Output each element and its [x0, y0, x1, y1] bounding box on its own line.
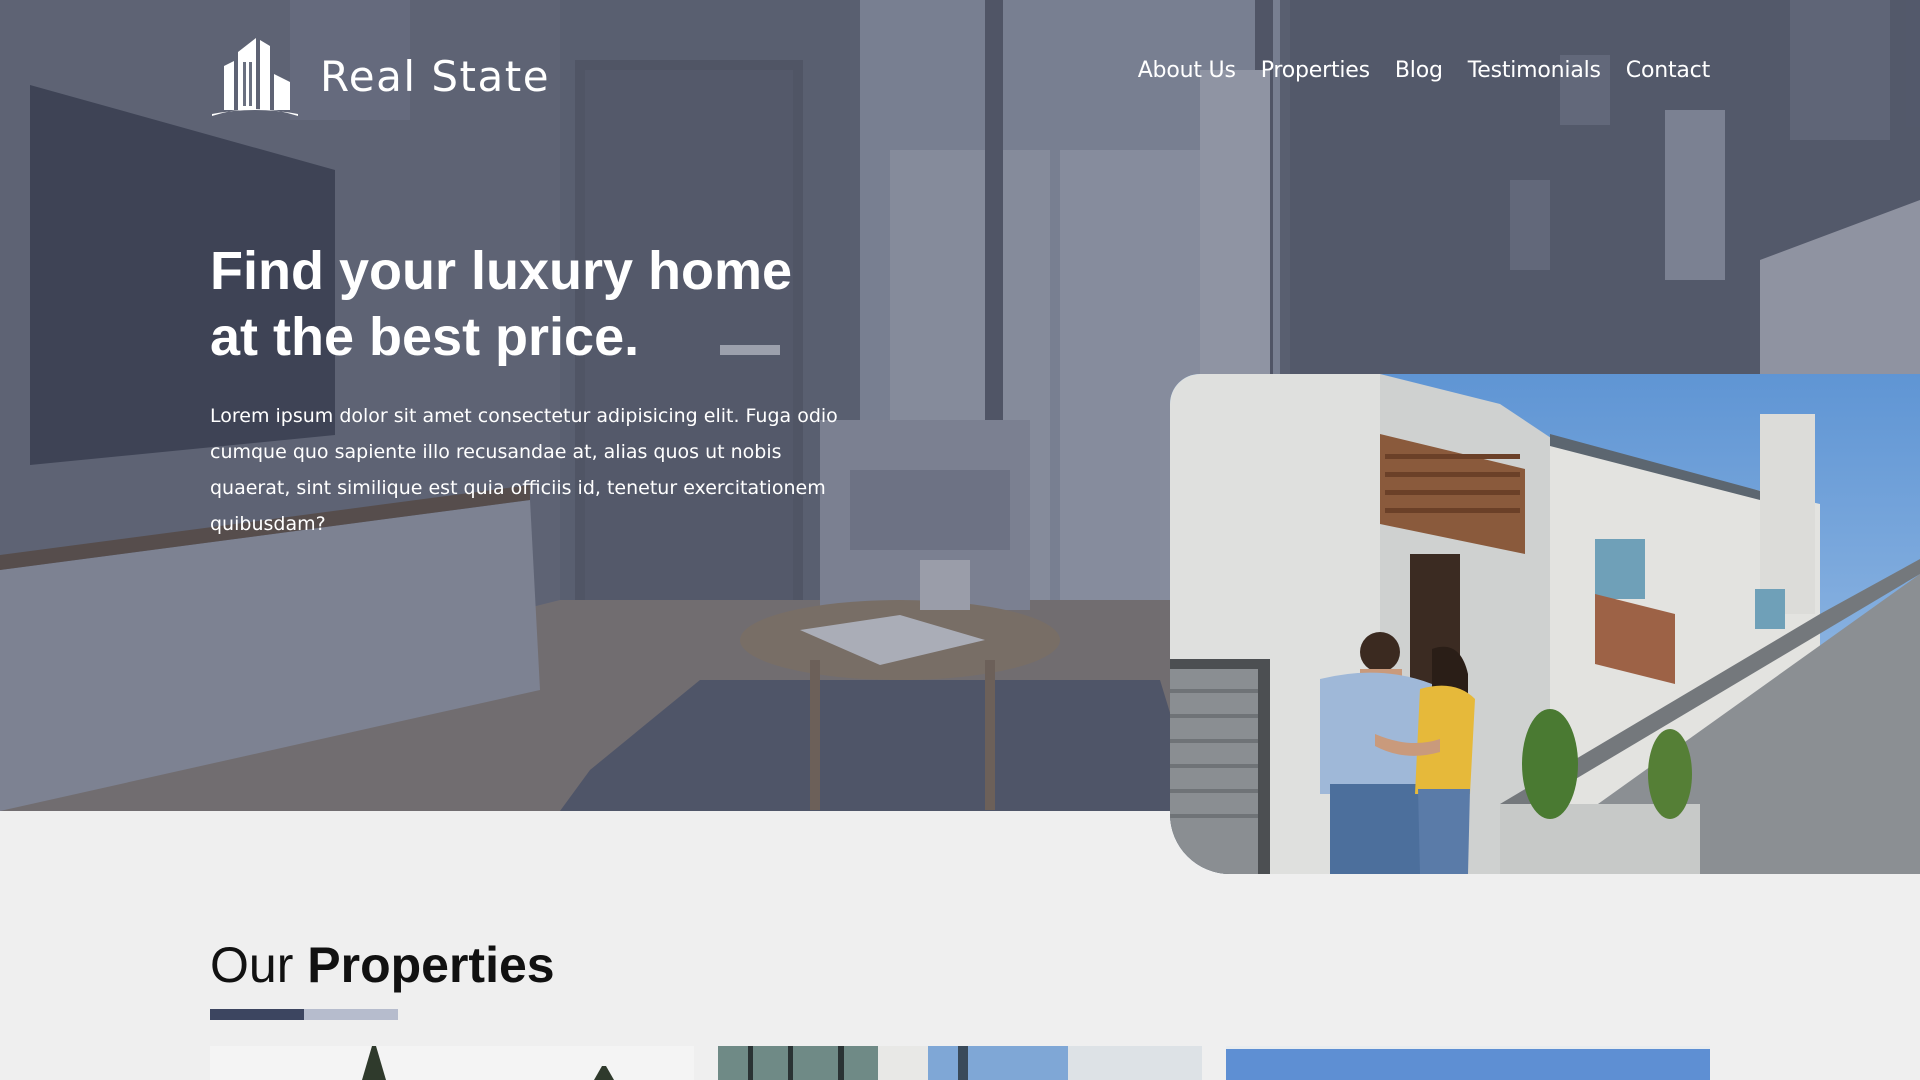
- properties-title-light: Our: [210, 937, 294, 993]
- property-card[interactable]: [1226, 1046, 1710, 1080]
- properties-title-bold: Properties: [307, 937, 555, 993]
- property-cards: [210, 1046, 1710, 1080]
- property-photo: [210, 1046, 694, 1080]
- hero-description: Lorem ipsum dolor sit amet consectetur a…: [210, 405, 838, 535]
- nav-testimonials[interactable]: Testimonials: [1468, 58, 1601, 83]
- title-underline-dark: [210, 1009, 304, 1020]
- buildings-icon: [212, 38, 298, 116]
- property-photo: [1226, 1046, 1710, 1080]
- main-nav: About Us Properties Blog Testimonials Co…: [1138, 58, 1710, 83]
- nav-about-us[interactable]: About Us: [1138, 58, 1236, 83]
- brand-name: Real State: [320, 51, 551, 101]
- couple-house-photo: [1170, 374, 1920, 874]
- nav-blog[interactable]: Blog: [1395, 58, 1443, 83]
- hero-photo-card: [1170, 374, 1920, 874]
- hero-title: Find your luxury home at the best price.: [210, 241, 793, 367]
- property-photo: [718, 1046, 1202, 1080]
- property-card[interactable]: [210, 1046, 694, 1080]
- property-card[interactable]: [718, 1046, 1202, 1080]
- nav-properties[interactable]: Properties: [1261, 58, 1370, 83]
- properties-title: Our Properties: [210, 936, 555, 994]
- title-underline: [210, 1009, 398, 1020]
- brand-logo[interactable]: Real State: [210, 36, 550, 116]
- nav-contact[interactable]: Contact: [1626, 58, 1710, 83]
- title-underline-light: [304, 1009, 398, 1020]
